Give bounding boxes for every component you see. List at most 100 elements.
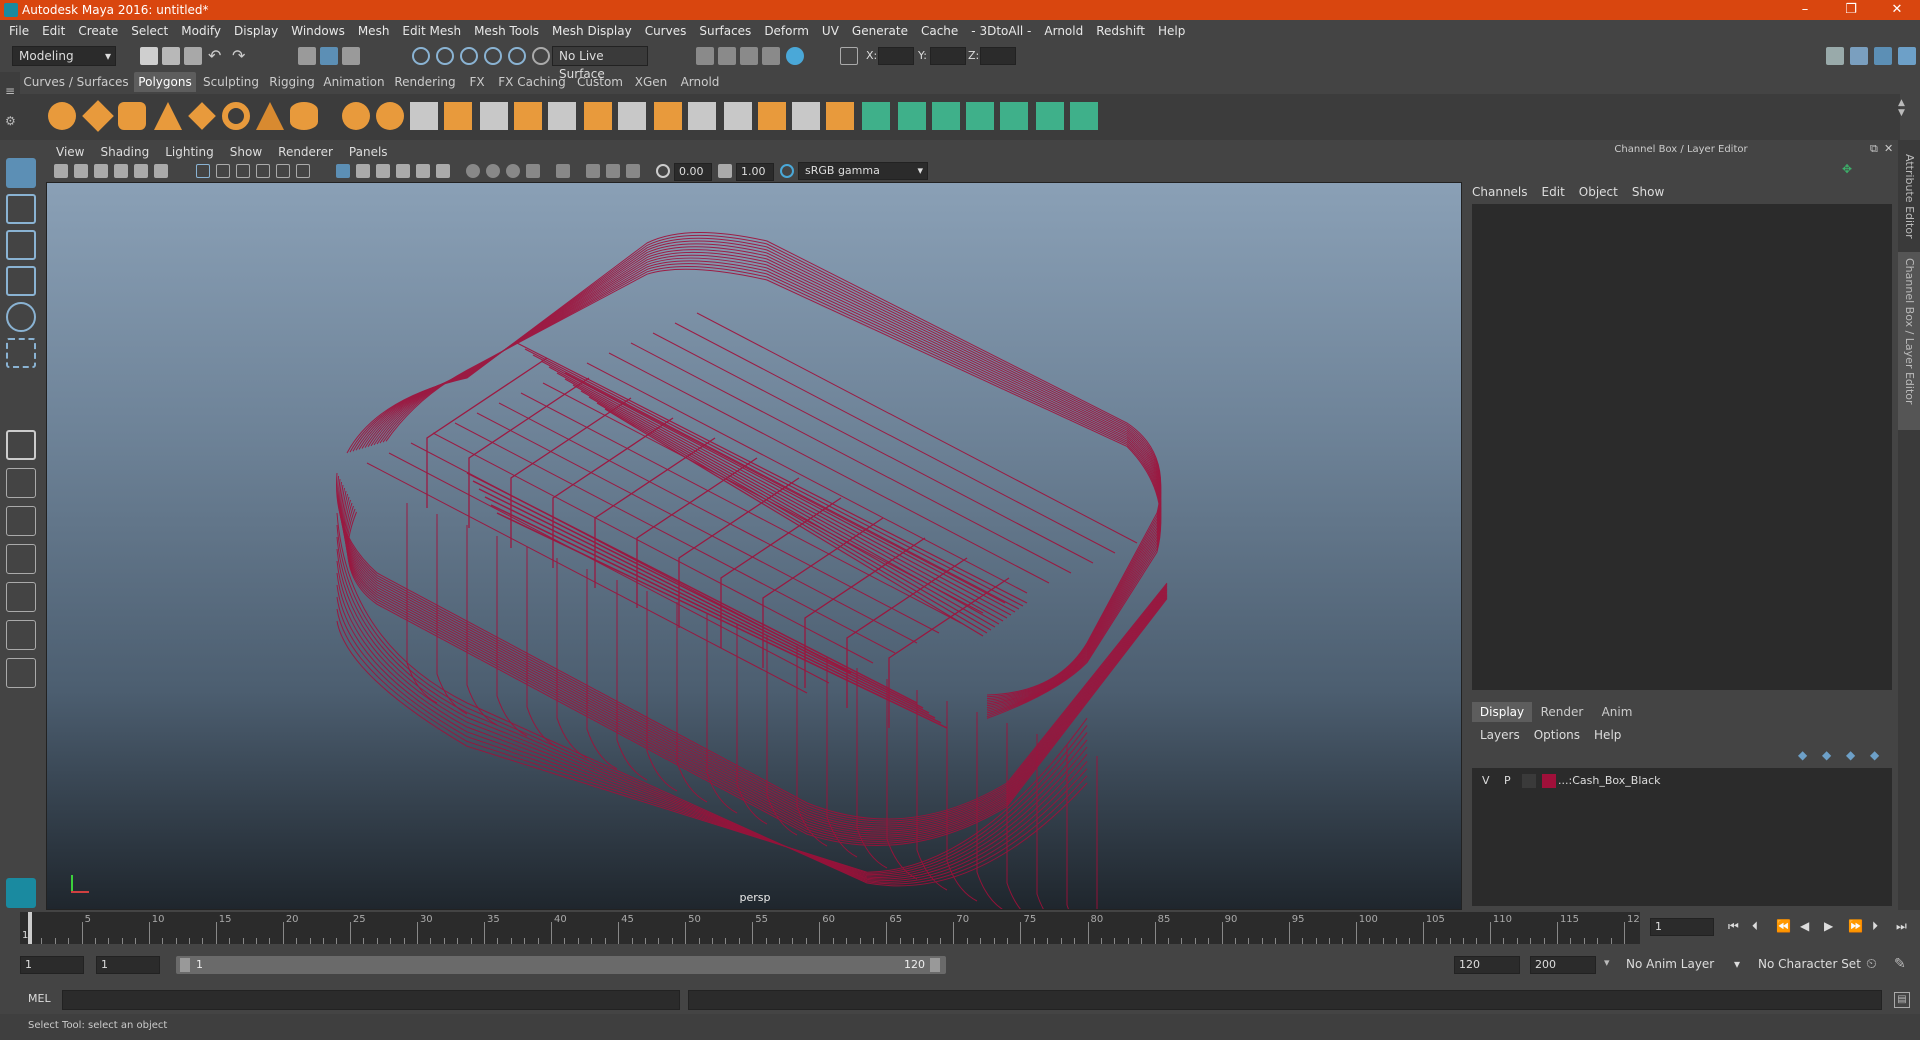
poly-torus-icon[interactable] (222, 102, 250, 130)
current-frame-field[interactable]: 1 (1650, 918, 1714, 936)
select-by-component-icon[interactable] (342, 47, 360, 65)
x-coord-field[interactable] (878, 47, 914, 65)
animation-start-field[interactable]: 1 (20, 956, 84, 974)
menu-windows[interactable]: Windows (291, 20, 345, 42)
shelf-tab-polygons[interactable]: Polygons (134, 72, 196, 92)
layer-name[interactable]: ...:Cash_Box_Black (1558, 774, 1661, 787)
menu-set-dropdown[interactable]: Modeling ▾ (12, 46, 116, 66)
menu-file[interactable]: File (9, 20, 29, 42)
quad-draw-icon[interactable] (826, 102, 854, 130)
film-gate-icon[interactable] (216, 164, 230, 178)
fill-hole-icon[interactable] (792, 102, 820, 130)
shelf-tab-fx[interactable]: FX (462, 72, 492, 92)
xray-components-icon[interactable] (626, 164, 640, 178)
snap-live-icon[interactable] (508, 47, 526, 65)
channel-box-toggle-icon[interactable] (1874, 47, 1892, 65)
layer-row[interactable]: V P ...:Cash_Box_Black (1476, 772, 1884, 790)
save-scene-icon[interactable] (184, 47, 202, 65)
menu-cache[interactable]: Cache (921, 20, 958, 42)
y-coord-field[interactable] (930, 47, 966, 65)
layer-menu-help[interactable]: Help (1594, 728, 1621, 742)
new-layer-from-selection-icon[interactable]: ◆ (1870, 748, 1886, 762)
shelf-menu-icon[interactable]: ≡ (5, 84, 15, 98)
shelf-tab-rigging[interactable]: Rigging (266, 72, 318, 92)
isolate-select-icon[interactable] (556, 164, 570, 178)
shelf-tab-rendering[interactable]: Rendering (390, 72, 460, 92)
gamma-icon[interactable] (718, 164, 732, 178)
hypershade-icon[interactable] (786, 47, 804, 65)
poly-sphere-icon[interactable] (48, 102, 76, 130)
close-button[interactable]: ✕ (1874, 0, 1920, 20)
menu-edit[interactable]: Edit (42, 20, 65, 42)
menu-deform[interactable]: Deform (764, 20, 809, 42)
menu-display[interactable]: Display (234, 20, 278, 42)
target-weld-icon[interactable] (724, 102, 752, 130)
step-forward-icon[interactable]: ⏵ (1872, 919, 1878, 934)
spherical-map-icon[interactable] (932, 102, 960, 130)
poly-prism-icon[interactable] (256, 102, 284, 130)
field-chart-icon[interactable] (276, 164, 290, 178)
play-forwards-icon[interactable]: ▶ (1824, 919, 1833, 933)
layer-tab-render[interactable]: Render (1534, 702, 1590, 722)
grid-toggle-icon[interactable] (196, 164, 210, 178)
separate-icon[interactable] (376, 102, 404, 130)
animation-end-field[interactable]: 200 (1530, 956, 1596, 974)
maximize-button[interactable]: ❐ (1828, 0, 1874, 20)
mirror-icon[interactable] (514, 102, 542, 130)
layer-menu-options[interactable]: Options (1534, 728, 1580, 742)
checker-map-icon[interactable] (1036, 102, 1064, 130)
range-start-handle[interactable] (180, 958, 190, 972)
extract-icon[interactable] (410, 102, 438, 130)
layer-tab-display[interactable]: Display (1472, 702, 1532, 722)
render-settings-icon[interactable] (762, 47, 780, 65)
live-surface-field[interactable]: No Live Surface (552, 46, 648, 81)
screen-space-ao-icon[interactable] (466, 164, 480, 178)
shadows-icon[interactable] (436, 164, 450, 178)
gate-mask-icon[interactable] (256, 164, 270, 178)
four-view-layout-icon[interactable] (6, 468, 36, 498)
viewport-menu-panels[interactable]: Panels (349, 142, 388, 162)
auto-keyframe-icon[interactable]: ⏲ (1866, 956, 1877, 972)
menu-surfaces[interactable]: Surfaces (699, 20, 751, 42)
xray-joints-icon[interactable] (606, 164, 620, 178)
step-forward-key-icon[interactable]: ⏩ (1848, 919, 1863, 933)
resolution-gate-icon[interactable] (236, 164, 250, 178)
wireframe-on-shaded-icon[interactable] (376, 164, 390, 178)
new-scene-icon[interactable] (140, 47, 158, 65)
float-panel-icon[interactable]: ⧉ (1870, 142, 1878, 156)
use-all-lights-icon[interactable] (416, 164, 430, 178)
shelf-settings-gear-icon[interactable]: ⚙ (5, 114, 16, 128)
layer-type-toggle[interactable] (1522, 774, 1536, 788)
cylindrical-map-icon[interactable] (898, 102, 926, 130)
snap-view-plane-icon[interactable] (484, 47, 502, 65)
anti-aliasing-icon[interactable] (506, 164, 520, 178)
paint-select-tool-icon[interactable] (6, 230, 36, 260)
unfold-icon[interactable] (1070, 102, 1098, 130)
persp-hypershade-layout-icon[interactable] (6, 582, 36, 612)
render-view-icon[interactable] (696, 47, 714, 65)
bookmark-icon[interactable] (94, 164, 108, 178)
select-by-object-icon[interactable] (320, 47, 338, 65)
merge-icon[interactable] (758, 102, 786, 130)
minimize-button[interactable]: – (1782, 0, 1828, 20)
rotate-tool-icon[interactable] (6, 302, 36, 332)
menu-help[interactable]: Help (1158, 20, 1185, 42)
move-layer-down-icon[interactable]: ◆ (1822, 748, 1838, 762)
go-to-end-icon[interactable]: ⏭ (1896, 919, 1907, 934)
redo-icon[interactable]: ↷ (232, 47, 250, 65)
menu-curves[interactable]: Curves (645, 20, 687, 42)
channel-list[interactable] (1472, 204, 1892, 690)
poly-cube-icon[interactable] (82, 100, 114, 132)
motion-blur-icon[interactable] (486, 164, 500, 178)
select-tool-icon[interactable] (6, 158, 36, 188)
chevron-down-icon[interactable]: ▾ (1604, 956, 1610, 969)
shelf-tab-custom[interactable]: Custom (572, 72, 628, 92)
shelf-tab-sculpting[interactable]: Sculpting (198, 72, 264, 92)
menu-arnold[interactable]: Arnold (1044, 20, 1083, 42)
open-scene-icon[interactable] (162, 47, 180, 65)
planar-map-icon[interactable] (862, 102, 890, 130)
manipulator-icon[interactable]: ✥ (1842, 162, 1856, 176)
magnet-icon[interactable] (532, 47, 550, 65)
anim-layer-dropdown[interactable]: No Anim Layer ▾ (1620, 955, 1744, 975)
depth-of-field-icon[interactable] (526, 164, 540, 178)
